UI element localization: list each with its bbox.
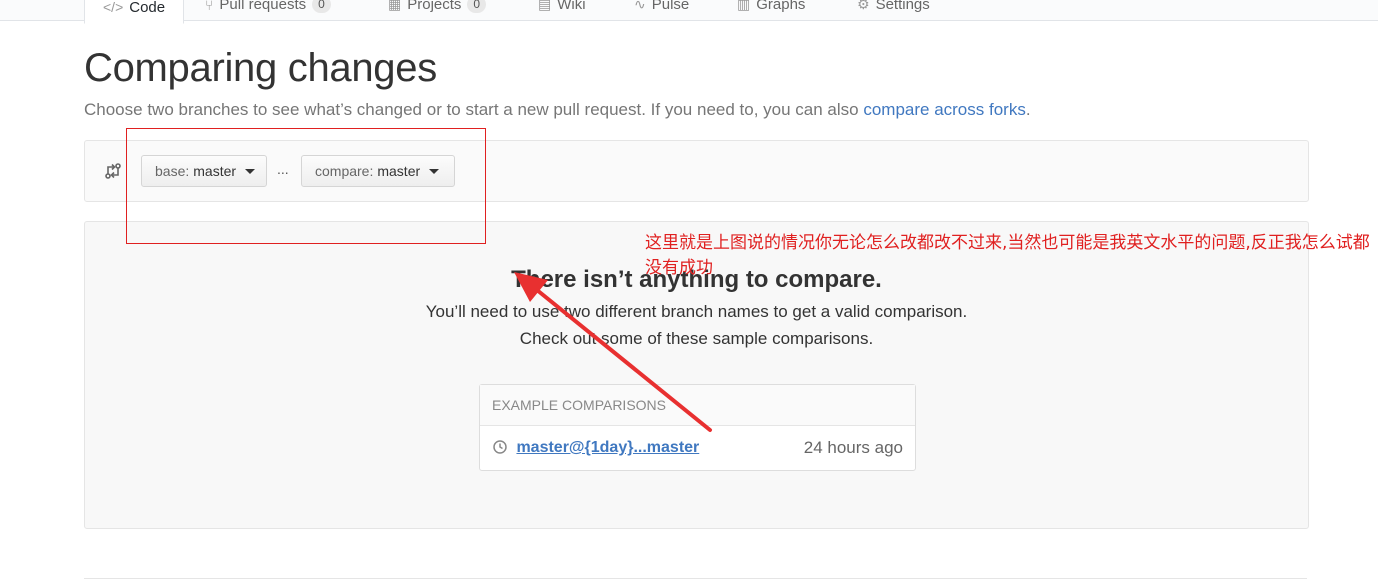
blankslate-line-2: Check out some of these sample compariso… [519, 329, 874, 348]
book-icon: ▤ [538, 0, 552, 12]
tab-label: Settings [875, 0, 930, 13]
example-comparison-link[interactable]: master@{1day}...master [516, 439, 699, 456]
annotation-highlight-box [126, 128, 486, 244]
tab-pulse[interactable]: ∿ Pulse [634, 0, 689, 19]
subtitle-text: Choose two branches to see what’s change… [84, 100, 864, 119]
example-comparisons: EXAMPLE COMPARISONS master@{1day}...mast… [479, 384, 916, 471]
compare-across-forks-link[interactable]: compare across forks [863, 100, 1026, 119]
counter: 0 [312, 0, 331, 13]
tab-label: Wiki [557, 0, 586, 13]
tab-wiki[interactable]: ▤ Wiki [538, 0, 586, 19]
gear-icon: ⚙ [857, 0, 870, 12]
tab-label: Pull requests [219, 0, 307, 13]
tab-settings[interactable]: ⚙ Settings [857, 0, 930, 19]
tab-label: Code [129, 0, 166, 16]
annotation-text: 这里就是上图说的情况你无论怎么改都改不过来,当然也可能是我英文水平的问题,反正我… [645, 233, 1370, 278]
blankslate-line-1: You’ll need to use two different branch … [425, 302, 968, 321]
page-title: Comparing changes [84, 46, 437, 90]
tab-pull-requests[interactable]: ⑂ Pull requests 0 [205, 0, 331, 19]
tab-projects[interactable]: ▦ Projects 0 [388, 0, 487, 19]
code-icon: </> [103, 0, 124, 15]
compare-page: </> Code ⑂ Pull requests 0 ▦ Projects 0 … [0, 0, 1378, 585]
counter: 0 [467, 0, 487, 13]
example-comparisons-header: EXAMPLE COMPARISONS [480, 385, 915, 426]
repo-nav: </> Code ⑂ Pull requests 0 ▦ Projects 0 … [0, 0, 1378, 24]
history-icon [493, 440, 507, 454]
project-icon: ▦ [388, 0, 402, 12]
list-item: master@{1day}...master 24 hours ago [480, 426, 915, 470]
tab-graphs[interactable]: ▥ Graphs [737, 0, 805, 19]
tab-label: Graphs [756, 0, 806, 13]
git-pull-request-icon: ⑂ [205, 0, 214, 13]
pulse-icon: ∿ [634, 0, 646, 12]
example-comparison-time: 24 hours ago [803, 438, 903, 457]
footer-divider [84, 578, 1307, 579]
tab-code[interactable]: </> Code [84, 0, 185, 24]
subtitle-end: . [1025, 100, 1031, 119]
graph-icon: ▥ [737, 0, 751, 12]
tab-label: Pulse [651, 0, 690, 13]
tab-label: Projects [407, 0, 462, 13]
git-compare-icon [105, 163, 121, 179]
page-subtitle: Choose two branches to see what’s change… [84, 100, 1031, 120]
